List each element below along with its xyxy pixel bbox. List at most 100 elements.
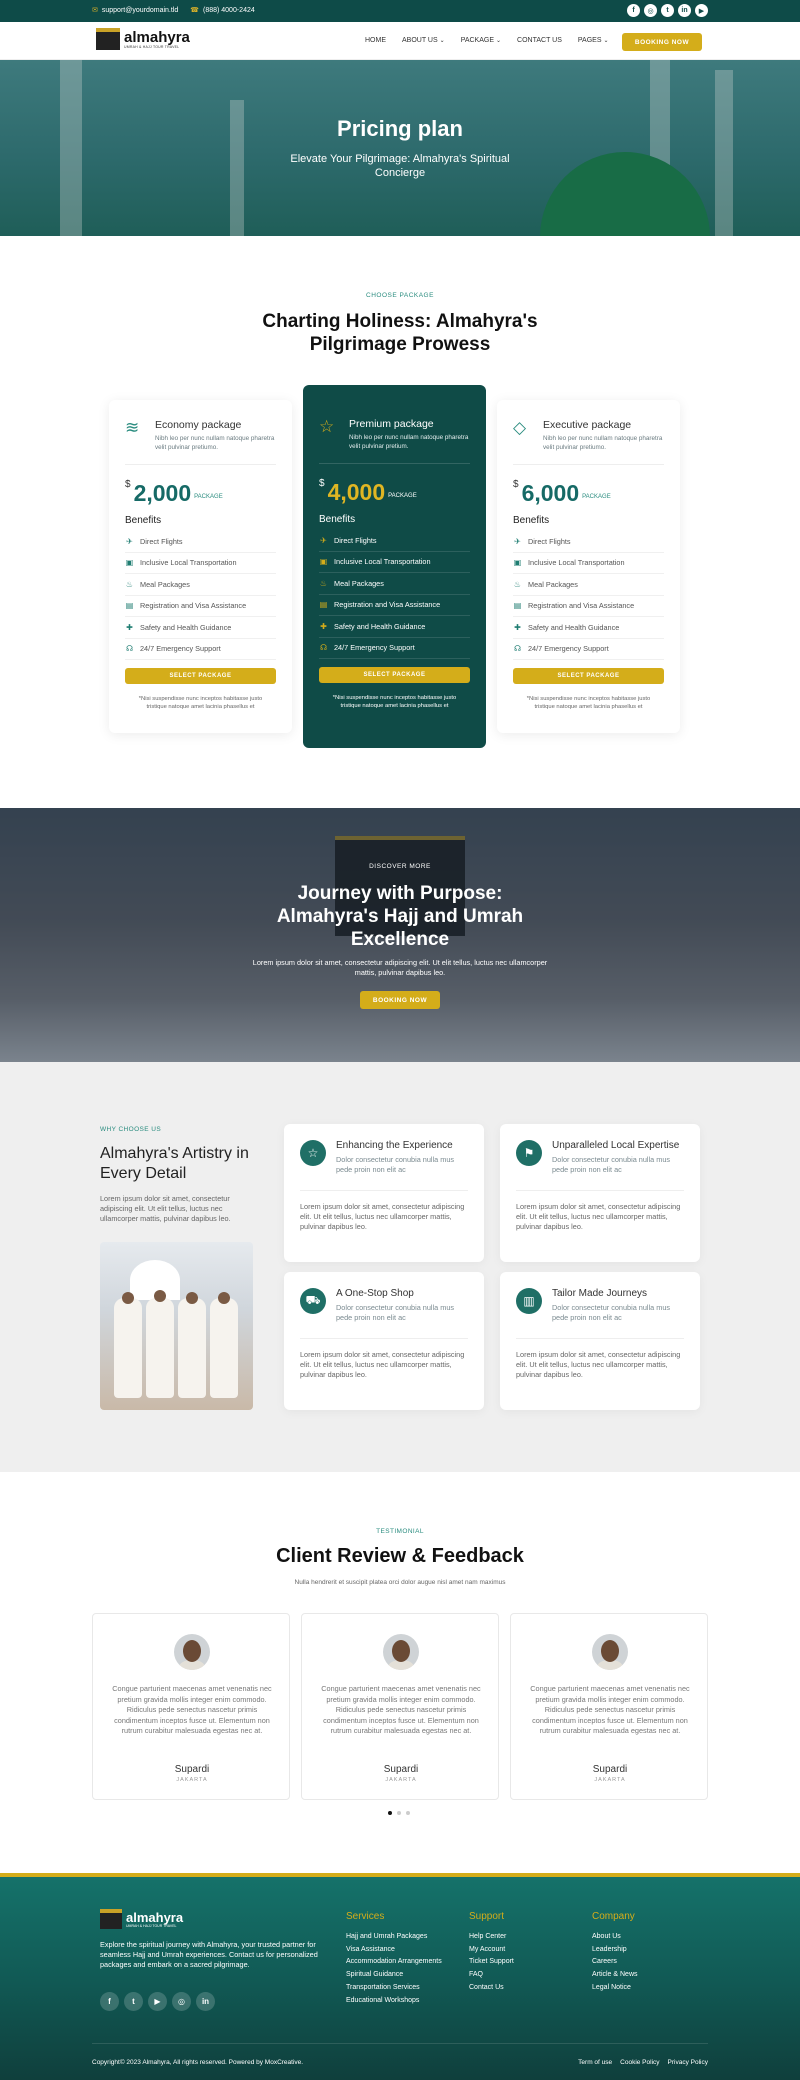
footer-about: Explore the spiritual journey with Almah… xyxy=(100,1940,318,1969)
feature-card: ⛟ A One-Stop Shop Dolor consectetur conu… xyxy=(284,1272,484,1410)
select-package-button[interactable]: SELECT PACKAGE xyxy=(319,667,470,683)
footer-column-company: Company About Us Leadership Careers Arti… xyxy=(592,1911,638,1995)
footer-link[interactable]: Hajj and Umrah Packages xyxy=(346,1931,442,1944)
package-note: *Nisi suspendisse nunc inceptos habitass… xyxy=(138,696,263,710)
benefit-label: Registration and Visa Assistance xyxy=(140,601,247,611)
feature-title: Tailor Made Journeys xyxy=(552,1288,648,1299)
avatar xyxy=(174,1634,210,1670)
hero-subtitle: Elevate Your Pilgrimage: Almahyra's Spir… xyxy=(290,153,510,179)
legal-link[interactable]: Cookie Policy xyxy=(620,2059,659,2066)
legal-link[interactable]: Term of use xyxy=(578,2059,612,2066)
footer-link[interactable]: Article & News xyxy=(592,1969,638,1982)
youtube-icon[interactable]: ▶ xyxy=(148,1992,167,2011)
carousel-dot[interactable] xyxy=(406,1811,410,1815)
document-icon: ▤ xyxy=(319,600,328,610)
testimonial-card: Congue parturient maecenas amet venenati… xyxy=(301,1613,499,1800)
benefit-item: ✈ Direct Flights xyxy=(319,530,470,552)
benefit-item: ♨ Meal Packages xyxy=(319,573,470,595)
footer-link[interactable]: FAQ xyxy=(469,1969,514,1982)
hero-banner: Pricing plan Elevate Your Pilgrimage: Al… xyxy=(0,60,800,236)
instagram-icon[interactable]: ◎ xyxy=(644,4,657,17)
meal-icon: ♨ xyxy=(319,578,328,588)
footer-link[interactable]: Visa Assistance xyxy=(346,1944,442,1957)
divider xyxy=(516,1190,684,1191)
facebook-icon[interactable]: f xyxy=(627,4,640,17)
footer-link[interactable]: About Us xyxy=(592,1931,638,1944)
nav-pages[interactable]: PAGES ⌄ xyxy=(578,37,609,44)
instagram-icon[interactable]: ◎ xyxy=(172,1992,191,2011)
testimonial-quote: Congue parturient maecenas amet venenati… xyxy=(530,1684,690,1735)
plane-icon: ✈ xyxy=(320,535,327,545)
testimonial-card: Congue parturient maecenas amet venenati… xyxy=(510,1613,708,1800)
select-package-button[interactable]: SELECT PACKAGE xyxy=(125,668,276,684)
footer-link[interactable]: Ticket Support xyxy=(469,1956,514,1969)
footer-logo-name: almahyra xyxy=(126,1909,184,1925)
journey-title: Journey with Purpose: Almahyra's Hajj an… xyxy=(276,883,524,950)
medkit-icon: ✚ xyxy=(514,622,521,632)
currency: $ xyxy=(125,479,131,490)
footer-logo[interactable]: almahyra UMRAH & HAJJ TOUR TRAVEL xyxy=(100,1909,183,1929)
carousel-dot[interactable] xyxy=(388,1811,392,1815)
testimonial-subtitle: Nulla hendrerit et suscipit platea orci … xyxy=(294,1579,506,1586)
benefits-title: Benefits xyxy=(513,515,550,526)
carousel-dot[interactable] xyxy=(397,1811,401,1815)
nav-contact[interactable]: CONTACT US xyxy=(517,37,562,44)
benefit-label: 24/7 Emergency Support xyxy=(528,644,609,654)
testimonial-title: Client Review & Feedback xyxy=(276,1545,524,1567)
linkedin-icon[interactable]: in xyxy=(678,4,691,17)
package-name: Premium package xyxy=(349,418,434,430)
star-icon: ☆ xyxy=(300,1140,326,1166)
footer-link[interactable]: Help Center xyxy=(469,1931,514,1944)
footer-link[interactable]: Legal Notice xyxy=(592,1982,638,1995)
star-icon: ☆ xyxy=(319,417,335,436)
footer-column-title: Company xyxy=(592,1911,635,1922)
footer-link[interactable]: Transportation Services xyxy=(346,1982,442,1995)
package-desc: Nibh leo per nunc nullam natoque pharetr… xyxy=(543,435,663,451)
footer-link[interactable]: My Account xyxy=(469,1944,514,1957)
map-icon: ▥ xyxy=(516,1288,542,1314)
footer-column-title: Support xyxy=(469,1911,505,1922)
journey-booking-button[interactable]: BOOKING NOW xyxy=(360,991,440,1009)
testimonial-role: JAKARTA xyxy=(176,1777,208,1783)
top-phone[interactable]: ☎ (888) 4000-2424 xyxy=(190,6,255,14)
top-email[interactable]: ✉ support@yourdomain.tld xyxy=(92,6,178,14)
footer-link[interactable]: Careers xyxy=(592,1956,638,1969)
feature-title: Enhancing the Experience xyxy=(336,1140,453,1151)
pricing-eyebrow: CHOOSE PACKAGE xyxy=(366,292,434,299)
footer-link[interactable]: Accommodation Arrangements xyxy=(346,1956,442,1969)
benefit-label: Direct Flights xyxy=(528,536,571,546)
select-package-button[interactable]: SELECT PACKAGE xyxy=(513,668,664,684)
testimonial-quote: Congue parturient maecenas amet venenati… xyxy=(112,1684,272,1735)
testimonial-name: Supardi xyxy=(383,1764,419,1775)
nav-home[interactable]: HOME xyxy=(365,37,386,44)
booking-now-button[interactable]: BOOKING NOW xyxy=(622,33,702,51)
nav-about[interactable]: ABOUT US ⌄ xyxy=(402,37,445,44)
footer-link[interactable]: Educational Workshops xyxy=(346,1995,442,2008)
benefit-item: ✚ Safety and Health Guidance xyxy=(513,617,664,639)
twitter-icon[interactable]: t xyxy=(661,4,674,17)
feature-body: Lorem ipsum dolor sit amet, consectetur … xyxy=(516,1202,681,1231)
legal-link[interactable]: Privacy Policy xyxy=(668,2059,708,2066)
person-face xyxy=(218,1292,230,1304)
divider xyxy=(516,1338,684,1339)
nav-package[interactable]: PACKAGE ⌄ xyxy=(461,37,501,44)
facebook-icon[interactable]: f xyxy=(100,1992,119,2011)
footer-divider xyxy=(92,2043,708,2044)
testimonial-card: Congue parturient maecenas amet venenati… xyxy=(92,1613,290,1800)
journey-eyebrow: DISCOVER MORE xyxy=(369,863,431,870)
linkedin-icon[interactable]: in xyxy=(196,1992,215,2011)
feature-desc: Dolor consectetur conubia nulla mus pede… xyxy=(552,1303,671,1322)
nav-pages-label: PAGES xyxy=(577,37,602,44)
footer-link[interactable]: Contact Us xyxy=(469,1982,514,1995)
footer-column-title: Services xyxy=(346,1911,385,1922)
footer-link[interactable]: Spiritual Guidance xyxy=(346,1969,442,1982)
price-label: PACKAGE xyxy=(388,493,417,499)
avatar xyxy=(592,1634,628,1670)
twitter-icon[interactable]: t xyxy=(124,1992,143,2011)
person-face xyxy=(122,1292,134,1304)
logo[interactable]: almahyra UMRAH & HAJJ TOUR TRAVEL xyxy=(96,28,190,50)
footer-link[interactable]: Leadership xyxy=(592,1944,638,1957)
youtube-icon[interactable]: ▶ xyxy=(695,4,708,17)
divider xyxy=(319,463,470,464)
pilgrims-photo xyxy=(100,1242,253,1410)
